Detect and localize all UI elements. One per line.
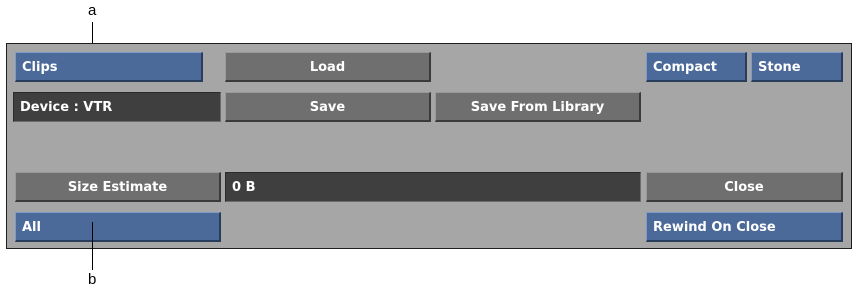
callout-line-b — [92, 222, 93, 270]
all-button[interactable]: All — [15, 212, 221, 242]
save-button[interactable]: Save — [225, 92, 431, 122]
size-estimate-value: 0 B — [225, 172, 641, 202]
callout-label-a: a — [88, 2, 97, 19]
callout-label-b: b — [88, 271, 97, 288]
clips-button[interactable]: Clips — [15, 52, 203, 82]
figure: a Clips Load Compact Stone Device : VTR … — [0, 0, 857, 292]
rewind-on-close-button[interactable]: Rewind On Close — [646, 212, 843, 242]
save-from-library-button[interactable]: Save From Library — [435, 92, 641, 122]
size-estimate-button[interactable]: Size Estimate — [15, 172, 221, 202]
load-button[interactable]: Load — [225, 52, 431, 82]
device-field: Device : VTR — [13, 92, 221, 122]
close-button[interactable]: Close — [646, 172, 843, 202]
stone-button[interactable]: Stone — [751, 52, 843, 82]
export-panel: Clips Load Compact Stone Device : VTR Sa… — [6, 43, 852, 249]
compact-button[interactable]: Compact — [646, 52, 747, 82]
